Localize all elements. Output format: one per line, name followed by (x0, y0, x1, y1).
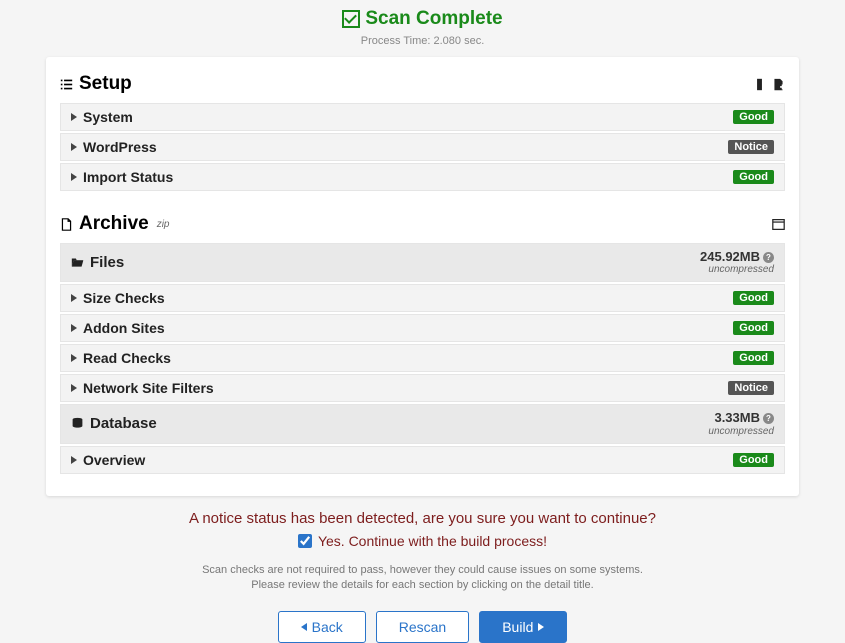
setup-icon (60, 78, 73, 91)
archive-file-icon (60, 218, 73, 231)
files-label: Files (90, 254, 124, 271)
server-icon[interactable] (753, 78, 766, 91)
help-text-1: Scan checks are not required to pass, ho… (90, 563, 755, 578)
database-label: Overview (83, 452, 145, 468)
database-size: 3.33MB (714, 411, 760, 425)
process-time: Process Time: 2.080 sec. (0, 35, 845, 47)
status-badge: Good (733, 321, 774, 335)
status-badge: Good (733, 453, 774, 467)
status-badge: Good (733, 351, 774, 365)
continue-label: Yes. Continue with the build process! (318, 533, 547, 549)
help-icon[interactable]: ? (763, 252, 774, 263)
rescan-button[interactable]: Rescan (376, 611, 469, 643)
setup-header: Setup (60, 69, 785, 103)
files-row[interactable]: Network Site Filters Notice (60, 374, 785, 402)
caret-right-icon (71, 113, 77, 121)
caret-right-icon (71, 456, 77, 464)
setup-label: System (83, 109, 133, 125)
notice-text: A notice status has been detected, are y… (90, 510, 755, 527)
setup-title: Setup (79, 73, 132, 95)
database-row[interactable]: Overview Good (60, 446, 785, 474)
files-category: Files 245.92MB? uncompressed (60, 243, 785, 282)
continue-checkbox[interactable] (298, 534, 312, 548)
database-category: Database 3.33MB? uncompressed (60, 404, 785, 443)
scan-title-text: Scan Complete (365, 8, 502, 30)
caret-right-icon (71, 354, 77, 362)
back-arrow-icon (301, 623, 307, 631)
check-icon (342, 10, 360, 28)
scan-complete-title: Scan Complete (342, 8, 502, 30)
back-button[interactable]: Back (278, 611, 366, 643)
status-badge: Notice (728, 140, 774, 154)
status-badge: Notice (728, 381, 774, 395)
database-uncompressed: uncompressed (708, 426, 774, 437)
database-icon (71, 417, 84, 430)
setup-label: Import Status (83, 169, 173, 185)
setup-row[interactable]: Import Status Good (60, 163, 785, 191)
setup-row[interactable]: System Good (60, 103, 785, 131)
archive-title: Archive (79, 213, 149, 235)
window-icon[interactable] (772, 218, 785, 231)
setup-label: WordPress (83, 139, 157, 155)
files-uncompressed: uncompressed (700, 264, 774, 275)
status-badge: Good (733, 170, 774, 184)
files-label: Read Checks (83, 350, 171, 366)
files-label: Addon Sites (83, 320, 165, 336)
caret-right-icon (71, 143, 77, 151)
database-label: Database (90, 415, 157, 432)
status-badge: Good (733, 291, 774, 305)
help-icon[interactable]: ? (763, 413, 774, 424)
caret-right-icon (71, 173, 77, 181)
caret-right-icon (71, 324, 77, 332)
files-row[interactable]: Size Checks Good (60, 284, 785, 312)
help-text-2: Please review the details for each secti… (90, 578, 755, 593)
caret-right-icon (71, 384, 77, 392)
folder-open-icon (71, 256, 84, 269)
files-label: Size Checks (83, 290, 165, 306)
archive-suffix: zip (157, 219, 170, 230)
file-plus-icon[interactable] (772, 78, 785, 91)
files-size: 245.92MB (700, 250, 760, 264)
results-panel: Setup System Good WordPress Notice Import St… (46, 57, 799, 496)
caret-right-icon (71, 294, 77, 302)
files-row[interactable]: Addon Sites Good (60, 314, 785, 342)
setup-row[interactable]: WordPress Notice (60, 133, 785, 161)
archive-header: Archive zip (60, 209, 785, 243)
build-arrow-icon (538, 623, 544, 631)
files-row[interactable]: Read Checks Good (60, 344, 785, 372)
status-badge: Good (733, 110, 774, 124)
files-label: Network Site Filters (83, 380, 214, 396)
build-button[interactable]: Build (479, 611, 567, 643)
continue-checkbox-label[interactable]: Yes. Continue with the build process! (298, 533, 547, 549)
